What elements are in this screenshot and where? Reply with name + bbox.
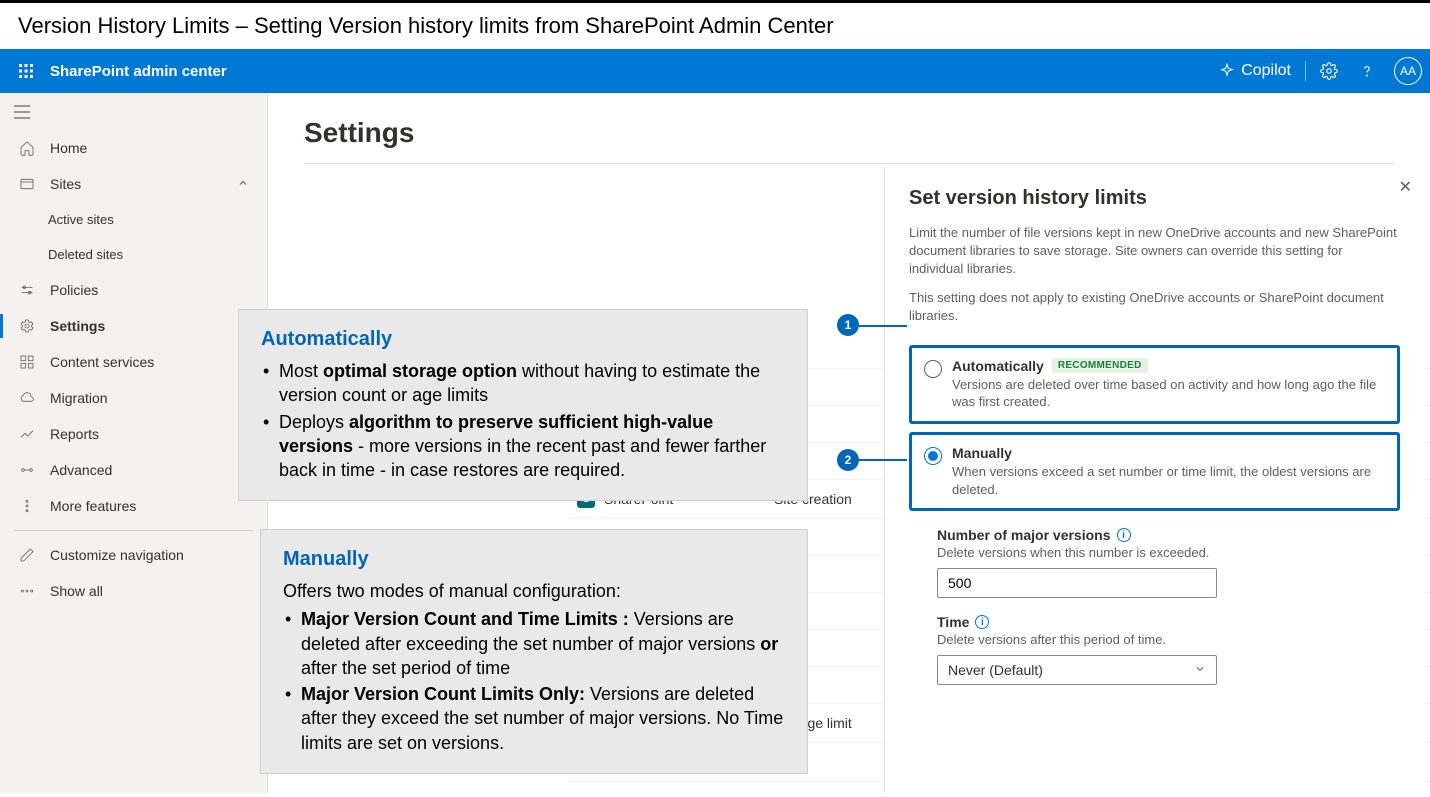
nav-deleted-sites[interactable]: Deleted sites <box>0 237 267 272</box>
collapse-nav-icon[interactable] <box>0 99 267 130</box>
annotation-bubble-2: 2 <box>837 449 859 471</box>
callout-title: Manually <box>283 546 785 573</box>
field-label: Time <box>937 614 969 630</box>
annotation-line <box>859 325 907 327</box>
left-nav: Home Sites Active sites Deleted sites Po… <box>0 93 268 793</box>
callout-title: Automatically <box>261 326 785 353</box>
callout-automatically: Automatically Most optimal storage optio… <box>238 309 808 501</box>
user-avatar[interactable]: AA <box>1394 57 1422 85</box>
policies-icon <box>18 282 36 298</box>
help-icon[interactable] <box>1348 49 1386 93</box>
page-title: Version History Limits – Setting Version… <box>0 3 1430 49</box>
nav-show-all[interactable]: Show all <box>0 573 267 609</box>
home-icon <box>18 140 36 156</box>
nav-label: Deleted sites <box>48 247 123 262</box>
nav-label: Active sites <box>48 212 114 227</box>
app-launcher-icon[interactable] <box>8 53 44 89</box>
field-label: Number of major versions <box>937 527 1111 543</box>
nav-label: Advanced <box>50 462 112 478</box>
option-description: Versions are deleted over time based on … <box>952 376 1385 411</box>
settings-heading: Settings <box>304 117 1394 149</box>
nav-sites[interactable]: Sites <box>0 166 267 202</box>
radio-icon <box>924 447 942 465</box>
recommended-badge: RECOMMENDED <box>1052 358 1148 373</box>
annotation-bubble-1: 1 <box>837 314 859 336</box>
callout-intro: Offers two modes of manual configuration… <box>283 579 785 603</box>
nav-label: Home <box>50 140 87 156</box>
migration-icon <box>18 390 36 406</box>
advanced-icon <box>18 462 36 478</box>
nav-label: Reports <box>50 426 99 442</box>
divider <box>304 163 1394 164</box>
option-title: Automatically <box>952 358 1044 374</box>
more-icon <box>18 498 36 514</box>
nav-label: Sites <box>50 176 81 192</box>
panel-note: This setting does not apply to existing … <box>909 289 1400 325</box>
nav-label: More features <box>50 498 136 514</box>
edit-icon <box>18 547 36 563</box>
sites-icon <box>18 176 36 192</box>
major-versions-input[interactable] <box>937 568 1217 598</box>
info-icon[interactable]: i <box>975 615 989 629</box>
annotation-line <box>859 459 907 461</box>
nav-active-sites[interactable]: Active sites <box>0 202 267 237</box>
app-header: SharePoint admin center Copilot AA <box>0 49 1430 93</box>
close-icon[interactable]: ✕ <box>1399 177 1412 197</box>
option-title: Manually <box>952 445 1012 461</box>
nav-label: Migration <box>50 390 108 406</box>
content-services-icon <box>18 354 36 370</box>
time-group: Timei Delete versions after this period … <box>937 614 1400 685</box>
nav-label: Content services <box>50 354 154 370</box>
nav-content-services[interactable]: Content services <box>0 344 267 380</box>
ellipsis-icon <box>18 583 36 599</box>
time-select[interactable]: Never (Default) <box>937 655 1217 685</box>
panel-description: Limit the number of file versions kept i… <box>909 224 1400 279</box>
callout-manually: Manually Offers two modes of manual conf… <box>260 529 808 774</box>
copilot-label: Copilot <box>1241 62 1291 80</box>
option-manually[interactable]: 2 Manually When versions exceed a set nu… <box>909 432 1400 511</box>
nav-label: Settings <box>50 318 105 334</box>
nav-reports[interactable]: Reports <box>0 416 267 452</box>
version-history-panel: ✕ Set version history limits Limit the n… <box>884 167 1424 793</box>
radio-icon <box>924 360 942 378</box>
nav-home[interactable]: Home <box>0 130 267 166</box>
option-automatically[interactable]: 1 AutomaticallyRECOMMENDED Versions are … <box>909 345 1400 424</box>
info-icon[interactable]: i <box>1117 528 1131 542</box>
product-name: SharePoint admin center <box>50 63 227 80</box>
nav-label: Customize navigation <box>50 547 184 563</box>
nav-label: Show all <box>50 583 103 599</box>
settings-gear-icon[interactable] <box>1310 49 1348 93</box>
panel-title: Set version history limits <box>909 187 1400 210</box>
chevron-up-icon <box>237 176 249 192</box>
nav-migration[interactable]: Migration <box>0 380 267 416</box>
nav-policies[interactable]: Policies <box>0 272 267 308</box>
gear-icon <box>18 318 36 334</box>
nav-separator <box>14 530 253 531</box>
reports-icon <box>18 426 36 442</box>
nav-label: Policies <box>50 282 98 298</box>
field-help: Delete versions after this period of tim… <box>937 632 1400 647</box>
nav-more-features[interactable]: More features <box>0 488 267 524</box>
option-description: When versions exceed a set number or tim… <box>952 463 1385 498</box>
copilot-button[interactable]: Copilot <box>1209 49 1301 93</box>
nav-settings[interactable]: Settings <box>0 308 267 344</box>
major-versions-group: Number of major versions i Delete version… <box>937 527 1400 598</box>
field-help: Delete versions when this number is exce… <box>937 545 1400 560</box>
nav-advanced[interactable]: Advanced <box>0 452 267 488</box>
separator <box>1305 61 1306 81</box>
nav-customize[interactable]: Customize navigation <box>0 537 267 573</box>
select-value: Never (Default) <box>948 662 1043 678</box>
chevron-down-icon <box>1194 662 1206 678</box>
